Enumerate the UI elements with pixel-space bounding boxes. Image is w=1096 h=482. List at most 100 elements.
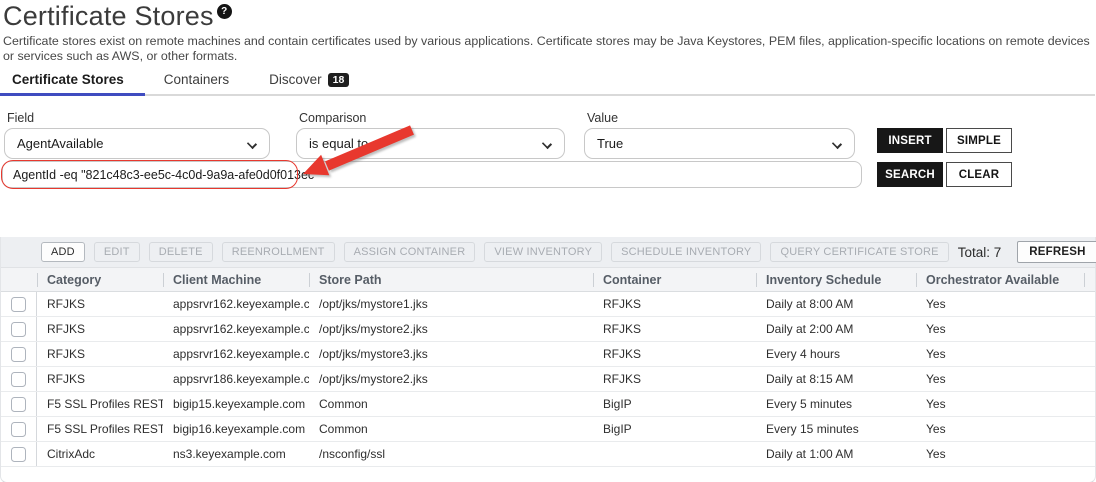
chevron-down-icon — [542, 139, 552, 149]
header-store-path[interactable]: Store Path — [309, 268, 593, 291]
query-input[interactable] — [2, 161, 862, 188]
row-checkbox[interactable] — [11, 347, 26, 362]
field-select[interactable]: AgentAvailable — [4, 128, 270, 159]
chevron-down-icon — [832, 139, 842, 149]
simple-button[interactable]: SIMPLE — [946, 128, 1012, 153]
query-certificate-store-button[interactable]: QUERY CERTIFICATE STORE — [770, 242, 948, 262]
schedule-inventory-button[interactable]: SCHEDULE INVENTORY — [611, 242, 761, 262]
table-row[interactable]: RFJKS appsrvr186.keyexample.com /opt/jks… — [1, 367, 1095, 392]
cell-container: BigIP — [593, 417, 756, 441]
refresh-button[interactable]: REFRESH — [1017, 241, 1096, 263]
assign-container-button[interactable]: ASSIGN CONTAINER — [344, 242, 476, 262]
cell-category: CitrixAdc — [37, 442, 163, 466]
search-filter-panel: Field AgentAvailable Comparison is equal… — [0, 108, 1096, 200]
cell-orchestrator-available: Yes — [916, 342, 1084, 366]
cell-store-path: /nsconfig/ssl — [309, 442, 593, 466]
tab-discover-label: Discover — [269, 72, 322, 87]
table-row[interactable]: F5 SSL Profiles REST bigip15.keyexample.… — [1, 392, 1095, 417]
header-container[interactable]: Container — [593, 268, 756, 291]
cell-store-path: /opt/jks/mystore2.jks — [309, 317, 593, 341]
table-row[interactable]: F5 SSL Profiles REST bigip16.keyexample.… — [1, 417, 1095, 442]
cell-client-machine: appsrvr162.keyexample.com — [163, 292, 309, 316]
cell-inventory-schedule: Every 4 hours — [756, 342, 916, 366]
cell-client-machine: bigip16.keyexample.com — [163, 417, 309, 441]
header-orchestrator-available[interactable]: Orchestrator Available — [916, 268, 1084, 291]
cell-client-machine: bigip15.keyexample.com — [163, 392, 309, 416]
cell-category: F5 SSL Profiles REST — [37, 392, 163, 416]
page-description: Certificate stores exist on remote machi… — [3, 34, 1093, 64]
table-row[interactable]: RFJKS appsrvr162.keyexample.com /opt/jks… — [1, 342, 1095, 367]
cell-orchestrator-available: Yes — [916, 317, 1084, 341]
cell-category: RFJKS — [37, 292, 163, 316]
cell-category: RFJKS — [37, 317, 163, 341]
cell-orchestrator-available: Yes — [916, 417, 1084, 441]
cell-container: RFJKS — [593, 317, 756, 341]
cell-inventory-schedule: Every 15 minutes — [756, 417, 916, 441]
cell-orchestrator-available: Yes — [916, 292, 1084, 316]
table-row[interactable]: RFJKS appsrvr162.keyexample.com /opt/jks… — [1, 317, 1095, 342]
cell-orchestrator-available: Yes — [916, 367, 1084, 391]
cell-spacer — [1084, 292, 1095, 316]
tab-certificate-stores[interactable]: Certificate Stores — [3, 72, 133, 87]
table-row[interactable]: CitrixAdc ns3.keyexample.com /nsconfig/s… — [1, 442, 1095, 467]
discover-count-badge: 18 — [328, 73, 350, 87]
chevron-down-icon — [247, 139, 257, 149]
table-footer — [1, 467, 1095, 482]
table-row[interactable]: RFJKS appsrvr162.keyexample.com /opt/jks… — [1, 292, 1095, 317]
header-client-machine[interactable]: Client Machine — [163, 268, 309, 291]
cell-inventory-schedule: Every 5 minutes — [756, 392, 916, 416]
row-checkbox[interactable] — [11, 372, 26, 387]
insert-button[interactable]: INSERT — [877, 128, 943, 153]
cell-client-machine: appsrvr162.keyexample.com — [163, 317, 309, 341]
value-select-value: True — [597, 136, 623, 151]
certificate-stores-grid: ADD EDIT DELETE REENROLLMENT ASSIGN CONT… — [0, 237, 1096, 482]
header-spacer — [1084, 268, 1095, 291]
row-checkbox-cell — [1, 317, 37, 341]
cell-inventory-schedule: Daily at 8:15 AM — [756, 367, 916, 391]
cell-client-machine: appsrvr162.keyexample.com — [163, 342, 309, 366]
grid-toolbar: ADD EDIT DELETE REENROLLMENT ASSIGN CONT… — [1, 237, 1095, 267]
cell-spacer — [1084, 367, 1095, 391]
cell-store-path: Common — [309, 417, 593, 441]
cell-store-path: /opt/jks/mystore3.jks — [309, 342, 593, 366]
add-button[interactable]: ADD — [41, 242, 85, 262]
comparison-select[interactable]: is equal to — [296, 128, 565, 159]
tab-containers[interactable]: Containers — [155, 72, 238, 87]
cell-container — [593, 442, 756, 466]
cell-inventory-schedule: Daily at 8:00 AM — [756, 292, 916, 316]
cell-client-machine: appsrvr186.keyexample.com — [163, 367, 309, 391]
cell-spacer — [1084, 417, 1095, 441]
row-checkbox-cell — [1, 442, 37, 466]
header-inventory-schedule[interactable]: Inventory Schedule — [756, 268, 916, 291]
cell-store-path: /opt/jks/mystore2.jks — [309, 367, 593, 391]
view-inventory-button[interactable]: VIEW INVENTORY — [484, 242, 602, 262]
delete-button[interactable]: DELETE — [149, 242, 213, 262]
search-button[interactable]: SEARCH — [877, 162, 943, 187]
cell-inventory-schedule: Daily at 2:00 AM — [756, 317, 916, 341]
header-checkbox-column — [1, 268, 37, 291]
reenrollment-button[interactable]: REENROLLMENT — [222, 242, 335, 262]
row-checkbox[interactable] — [11, 447, 26, 462]
cell-store-path: Common — [309, 392, 593, 416]
cell-orchestrator-available: Yes — [916, 442, 1084, 466]
comparison-select-value: is equal to — [309, 136, 368, 151]
cell-client-machine: ns3.keyexample.com — [163, 442, 309, 466]
edit-button[interactable]: EDIT — [94, 242, 140, 262]
row-checkbox-cell — [1, 392, 37, 416]
row-checkbox-cell — [1, 367, 37, 391]
value-select[interactable]: True — [584, 128, 855, 159]
field-label: Field — [7, 111, 34, 125]
row-checkbox-cell — [1, 417, 37, 441]
clear-button[interactable]: CLEAR — [946, 162, 1012, 187]
row-checkbox[interactable] — [11, 322, 26, 337]
row-checkbox[interactable] — [11, 297, 26, 312]
cell-container: RFJKS — [593, 292, 756, 316]
cell-spacer — [1084, 317, 1095, 341]
row-checkbox[interactable] — [11, 422, 26, 437]
help-icon[interactable]: ? — [217, 4, 232, 19]
header-category[interactable]: Category — [37, 268, 163, 291]
row-checkbox-cell — [1, 342, 37, 366]
row-checkbox[interactable] — [11, 397, 26, 412]
tab-discover[interactable]: Discover 18 — [260, 72, 358, 87]
cell-orchestrator-available: Yes — [916, 392, 1084, 416]
